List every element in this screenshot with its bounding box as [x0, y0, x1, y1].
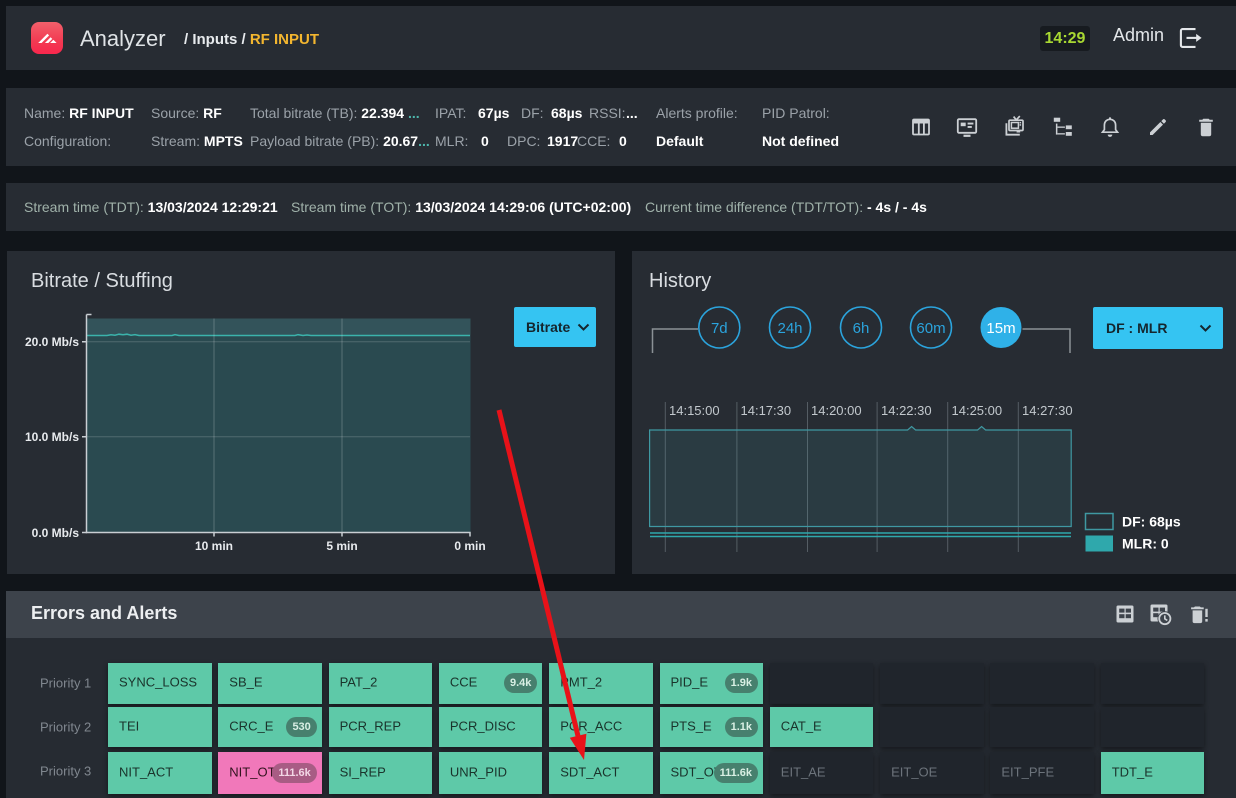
svg-text:10.0 Mb/s: 10.0 Mb/s [25, 430, 79, 444]
svg-text:MLR: 0: MLR: 0 [1122, 536, 1169, 552]
svg-text:0.0 Mb/s: 0.0 Mb/s [32, 526, 80, 540]
svg-text:14:25:00: 14:25:00 [952, 403, 1003, 418]
svg-text:20.0 Mb/s: 20.0 Mb/s [25, 335, 79, 349]
svg-text:5 min: 5 min [326, 539, 357, 553]
svg-text:14:17:30: 14:17:30 [741, 403, 792, 418]
svg-text:14:22:30: 14:22:30 [881, 403, 932, 418]
svg-text:14:15:00: 14:15:00 [669, 403, 720, 418]
svg-text:10 min: 10 min [195, 539, 233, 553]
svg-text:14:20:00: 14:20:00 [811, 403, 862, 418]
svg-text:14:27:30: 14:27:30 [1022, 403, 1073, 418]
svg-text:DF: 68µs: DF: 68µs [1122, 514, 1181, 530]
svg-text:0 min: 0 min [454, 539, 485, 553]
